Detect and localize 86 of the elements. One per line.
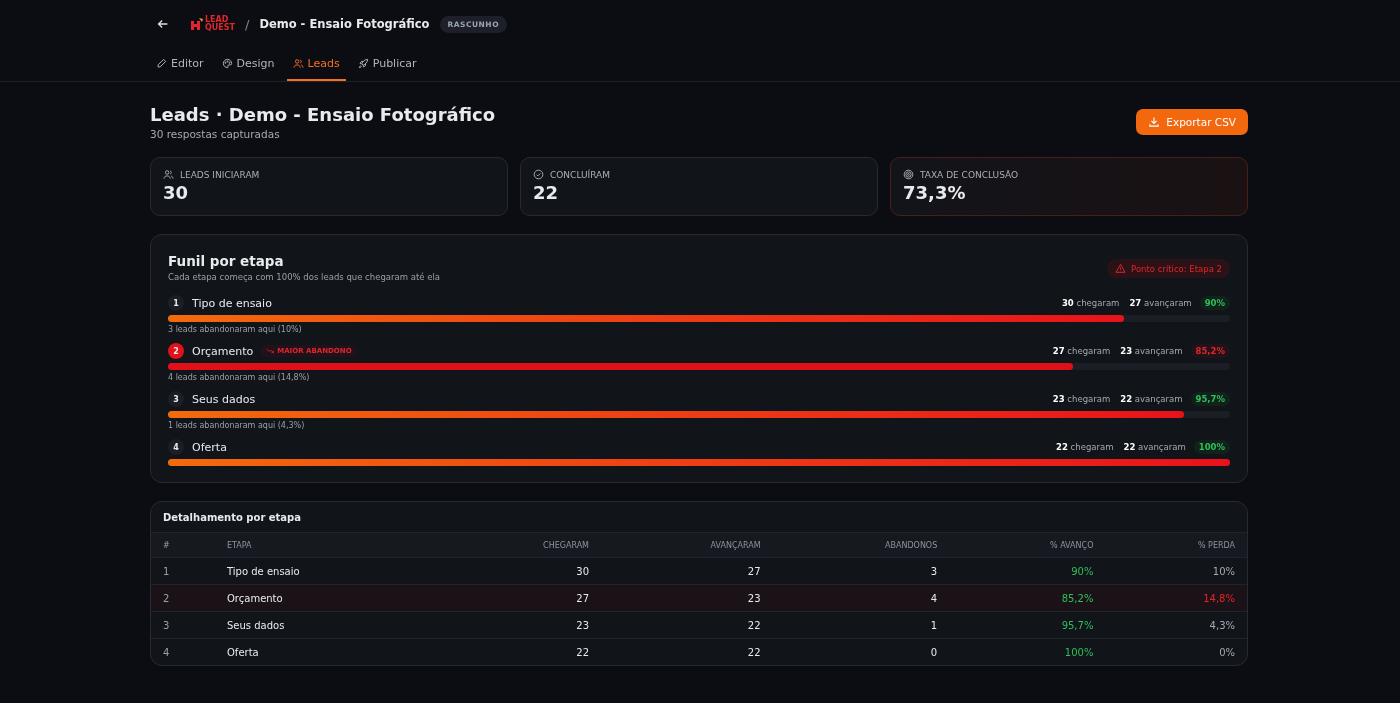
table-cell: 27 [438, 584, 601, 612]
advance-rate: 95,7% [1190, 392, 1230, 406]
table-cell: Oferta [215, 638, 439, 665]
tab[interactable]: Design [215, 48, 281, 81]
arrived-count: 30 chegaram [1061, 298, 1120, 308]
pencil-icon [156, 58, 167, 69]
step-name: Seus dados [192, 392, 256, 406]
advance-rate: 100% [1193, 440, 1230, 454]
column-header: ABANDONOS [772, 532, 950, 558]
column-header: ETAPA [215, 532, 439, 558]
table-cell: 10% [1105, 557, 1247, 585]
column-header: AVANÇARAM [601, 532, 773, 558]
table-cell: 4 [151, 638, 215, 665]
table-cell: 3 [772, 557, 950, 585]
table-cell: 14,8% [1105, 584, 1247, 612]
arrived-count: 27 chegaram [1052, 346, 1111, 356]
stat-value: 30 [163, 182, 190, 203]
stat-label: CONCLUÍRAM [550, 169, 610, 180]
funnel-title: Funil por etapa [168, 253, 285, 269]
tab[interactable]: Leads [286, 48, 346, 81]
step-number: 3 [168, 391, 184, 407]
funnel-subtitle: Cada etapa começa com 100% dos leads que chegaram até ela [168, 272, 440, 282]
table-cell: 27 [601, 557, 773, 585]
stat-value: 73,3% [903, 182, 967, 203]
rocket-icon [357, 58, 369, 69]
table-title: Detalhamento por etapa [162, 511, 303, 525]
download-icon [1148, 116, 1161, 128]
stat-value: 22 [533, 182, 560, 203]
table-cell: Orçamento [215, 584, 439, 612]
page-subtitle: 30 respostas capturadas [150, 128, 281, 140]
advance-rate: 90% [1199, 296, 1230, 310]
stat-label: LEADS INICIARAM [180, 169, 260, 180]
table-cell: 0 [772, 638, 950, 665]
dropout-note: 1 leads abandonaram aqui (4,3%) [168, 421, 306, 430]
advance-rate: 85,2% [1190, 344, 1230, 358]
table-cell: 1 [151, 557, 215, 585]
table-cell: 3 [151, 611, 215, 639]
table-cell: 1 [772, 611, 950, 639]
document-title: Demo - Ensaio Fotográfico [259, 17, 430, 31]
page-title: Leads · Demo - Ensaio Fotográfico [150, 104, 496, 125]
table-cell: 2 [151, 584, 215, 612]
table-cell: 0% [1105, 638, 1247, 665]
table-cell: 22 [438, 638, 601, 665]
arrived-count: 23 chegaram [1052, 394, 1111, 404]
step-name: Tipo de ensaio [192, 296, 272, 310]
users-icon [163, 169, 174, 180]
table-cell: 23 [601, 584, 773, 612]
column-header: CHEGARAM [438, 532, 601, 558]
stat-label: TAXA DE CONCLUSÃO [920, 169, 1019, 180]
step-number: 4 [168, 439, 184, 455]
table-cell: 4,3% [1105, 611, 1247, 639]
table-cell: Seus dados [215, 611, 439, 639]
dropout-note: 4 leads abandonaram aqui (14,8%) [168, 373, 311, 382]
table-cell: Tipo de ensaio [215, 557, 439, 585]
step-name: Oferta [192, 440, 227, 454]
tab[interactable]: Publicar [351, 48, 423, 81]
advanced-count: 22 avançaram [1120, 394, 1183, 404]
advanced-count: 23 avançaram [1120, 346, 1183, 356]
table-cell: 30 [438, 557, 601, 585]
table-cell: 85,2% [949, 584, 1106, 612]
column-header: % AVANÇO [949, 532, 1106, 558]
table-cell: 90% [949, 557, 1106, 585]
advanced-count: 27 avançaram [1129, 298, 1192, 308]
palette-icon [221, 58, 233, 69]
table-cell: 95,7% [949, 611, 1106, 639]
dropout-note: 3 leads abandonaram aqui (10%) [168, 325, 303, 334]
table-cell: 22 [601, 611, 773, 639]
arrived-count: 22 chegaram [1056, 442, 1114, 452]
advanced-count: 22 avançaram [1123, 442, 1186, 452]
table-cell: 100% [949, 638, 1106, 665]
users-icon [292, 58, 304, 69]
step-name: Orçamento [192, 344, 254, 358]
breadcrumb-separator: / [245, 16, 250, 32]
check-circle-icon [533, 169, 544, 180]
target-icon [903, 169, 914, 180]
column-header: # [151, 532, 215, 558]
table-cell: 4 [772, 584, 950, 612]
logo[interactable]: LEAD QUEST [190, 16, 235, 32]
back-arrow-icon[interactable] [156, 17, 170, 31]
table-cell: 23 [438, 611, 601, 639]
table-cell: 22 [601, 638, 773, 665]
column-header: % PERDA [1105, 532, 1247, 558]
step-number: 2 [168, 343, 184, 359]
step-number: 1 [168, 295, 184, 311]
tab[interactable]: Editor [150, 48, 210, 81]
critical-point-badge: Ponto crítico: Etapa 2 [1107, 259, 1230, 278]
